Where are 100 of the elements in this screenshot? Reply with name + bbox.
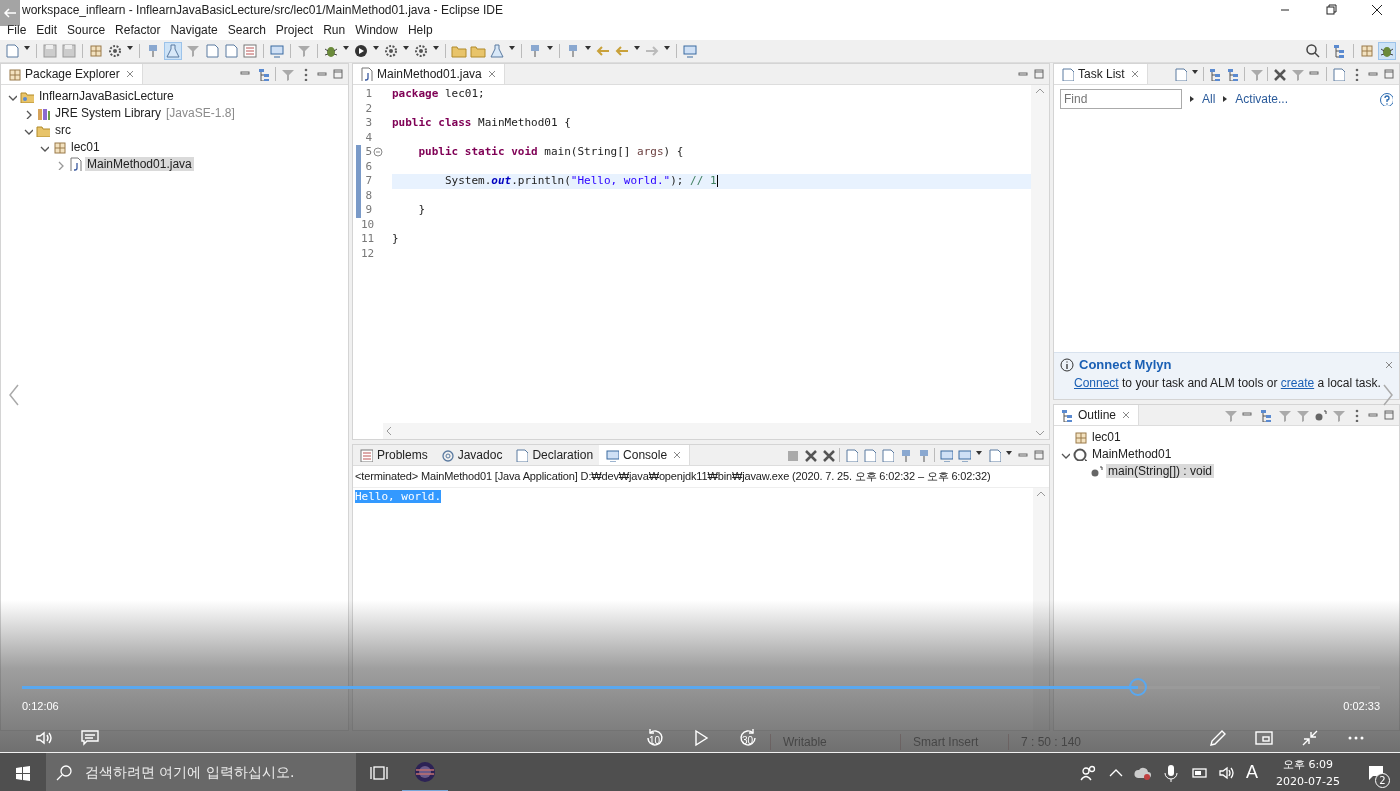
document-icon[interactable] <box>204 43 220 59</box>
package-icon[interactable] <box>1359 43 1375 59</box>
line-number: 12 <box>361 246 375 261</box>
fold-minus-icon[interactable] <box>373 147 383 158</box>
monitor-icon[interactable] <box>939 448 953 462</box>
save-all-icon[interactable] <box>61 43 77 59</box>
back-button[interactable] <box>0 0 20 26</box>
tree-item[interactable]: src <box>53 122 73 137</box>
menu-item[interactable]: Search <box>222 23 271 37</box>
forward-icon[interactable] <box>738 728 758 748</box>
menu-item[interactable]: Refactor <box>110 23 166 37</box>
play-icon[interactable] <box>353 43 369 59</box>
document-icon[interactable] <box>844 448 858 462</box>
line-number: 8 <box>365 188 372 203</box>
expand-triangle-icon <box>1188 94 1196 104</box>
notification-icon[interactable] <box>1367 763 1385 782</box>
input-language[interactable]: A <box>1246 762 1259 783</box>
view-tab[interactable]: Javadoc <box>433 445 509 465</box>
microphone-icon[interactable] <box>1162 763 1181 782</box>
view-tab[interactable]: Console <box>599 445 691 465</box>
clock-date: 2020-07-25 <box>1276 773 1340 790</box>
filter-icon[interactable] <box>185 43 201 59</box>
monitor-icon[interactable] <box>269 43 285 59</box>
clock[interactable]: 오후 6:09 2020-07-25 <box>1268 755 1348 790</box>
windows-logo-icon[interactable] <box>15 764 31 781</box>
filter-link[interactable]: Activate... <box>1235 92 1289 106</box>
filter-icon[interactable] <box>1277 408 1291 422</box>
tree-item[interactable]: lec01 <box>1090 429 1123 444</box>
filter-icon[interactable] <box>1223 408 1237 422</box>
save-icon[interactable] <box>42 43 58 59</box>
view-tab[interactable]: Task List <box>1054 64 1148 84</box>
captions-icon[interactable] <box>80 728 100 748</box>
menu-item[interactable]: Project <box>270 23 319 37</box>
code-line: System.out.println("Hello, world."); // 1 <box>443 174 718 187</box>
link[interactable]: Connect <box>1074 376 1119 390</box>
task-view-icon[interactable] <box>370 763 388 782</box>
taskbar-search-field[interactable]: 검색하려면 여기에 입력하십시오. <box>46 753 356 791</box>
dot-icon[interactable] <box>1313 408 1327 422</box>
maximize-icon[interactable] <box>1383 68 1395 80</box>
help-icon[interactable] <box>1379 92 1393 106</box>
forward-seconds: 30 <box>742 735 754 746</box>
filter-icon[interactable] <box>1249 67 1263 81</box>
maximize-icon[interactable] <box>1033 68 1045 80</box>
maximize-icon[interactable] <box>1383 409 1395 421</box>
menu-item[interactable]: File <box>2 23 32 37</box>
maximize-icon[interactable] <box>1033 449 1045 461</box>
document-icon[interactable] <box>880 448 894 462</box>
pencil-icon[interactable] <box>1208 728 1228 748</box>
remove-all-icon[interactable] <box>821 448 835 462</box>
tree-item[interactable]: MainMethod01 <box>1090 446 1174 461</box>
folder-icon[interactable] <box>470 43 486 59</box>
line-number: 5 <box>365 145 372 160</box>
search-icon[interactable] <box>1305 43 1321 59</box>
tree-item[interactable]: InflearnJavaBasicLecture <box>37 88 176 103</box>
view-tab[interactable]: Outline <box>1054 405 1140 425</box>
find-field[interactable]: Find <box>1060 89 1182 109</box>
link[interactable]: create <box>1280 376 1315 390</box>
document-icon[interactable] <box>862 448 876 462</box>
eclipse-app-icon[interactable] <box>413 759 437 784</box>
info-icon <box>1060 357 1074 372</box>
tree-item[interactable]: JRE System Library <box>53 105 164 120</box>
java-file-icon <box>359 67 373 81</box>
menu-item[interactable]: Edit <box>31 23 63 37</box>
view-tab[interactable]: MainMethod01.java <box>353 64 505 84</box>
gear-icon[interactable] <box>413 43 429 59</box>
collapse-arrows-icon[interactable] <box>1300 728 1320 748</box>
maximize-icon[interactable] <box>332 68 344 80</box>
rewind-icon[interactable] <box>645 728 665 748</box>
menu-item[interactable]: Help <box>402 23 438 37</box>
tree-item[interactable]: main(String[]) : void <box>1106 463 1215 478</box>
tree-icon[interactable] <box>1208 67 1222 81</box>
tree-icon[interactable] <box>1226 67 1240 81</box>
view-tab[interactable]: Problems <box>353 445 434 465</box>
gear-icon[interactable] <box>107 43 123 59</box>
remove-icon[interactable] <box>1272 67 1286 81</box>
filter-icon[interactable] <box>296 43 312 59</box>
gear-icon[interactable] <box>383 43 399 59</box>
monitor-icon[interactable] <box>682 43 698 59</box>
bug-icon[interactable] <box>1378 42 1396 60</box>
close-icon[interactable] <box>1371 4 1383 16</box>
code-line: package lec01; <box>392 87 485 100</box>
view-tab[interactable]: Package Explorer <box>1 64 143 84</box>
remove-icon[interactable] <box>803 448 817 462</box>
menu-item[interactable]: Window <box>350 23 403 37</box>
document-icon[interactable] <box>223 43 239 59</box>
view-tab[interactable]: Declaration <box>508 445 600 465</box>
menu-item[interactable]: Run <box>318 23 351 37</box>
filter-link[interactable]: All <box>1202 92 1216 106</box>
miniplayer-icon[interactable] <box>1254 728 1274 748</box>
console-output: Hello, world. <box>355 490 442 503</box>
document-icon[interactable] <box>1331 67 1345 81</box>
tree-item[interactable]: lec01 <box>69 139 102 154</box>
line-number: 3 <box>365 116 372 131</box>
seek-handle[interactable] <box>1129 678 1148 696</box>
search-icon <box>56 764 73 781</box>
menu-item[interactable]: Navigate <box>165 23 223 37</box>
menu-item[interactable]: Source <box>62 23 111 37</box>
folder-icon[interactable] <box>451 43 467 59</box>
tree-item[interactable]: MainMethod01.java <box>85 156 194 171</box>
restore-icon[interactable] <box>1325 4 1337 16</box>
